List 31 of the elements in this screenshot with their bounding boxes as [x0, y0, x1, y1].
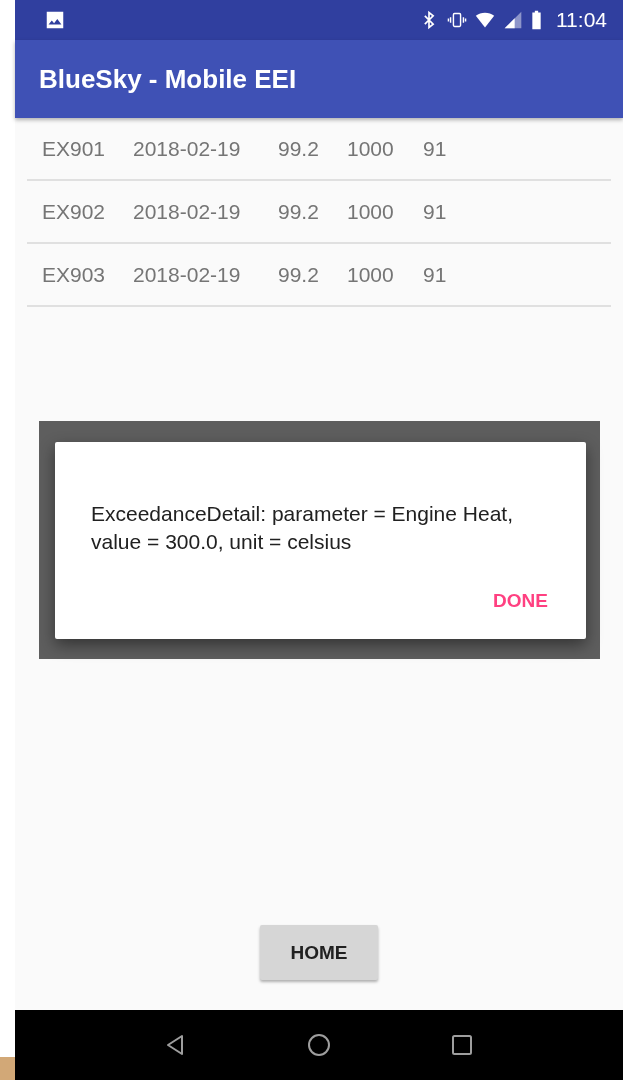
table-cell-text: 2018-02-19	[133, 136, 242, 161]
table-cell-text: EX903	[42, 262, 107, 287]
recents-icon[interactable]	[449, 1033, 474, 1057]
table-cell-text: EX901	[42, 136, 107, 161]
table-cell: 91	[423, 262, 447, 287]
table-cell-text: 99.2	[278, 199, 320, 224]
battery-icon	[531, 10, 542, 30]
table-cell-text: 99.2	[278, 136, 320, 161]
list-row[interactable]: EX901 2018-02-19 99.2 1000 91	[27, 118, 611, 181]
table-cell-text: 99.2	[278, 262, 320, 287]
table-cell-text: 2018-02-19	[133, 199, 242, 224]
list-row[interactable]: EX902 2018-02-19 99.2 1000 91	[27, 181, 611, 244]
table-cell-text: 1000	[347, 136, 395, 161]
table-cell-text: 1000	[347, 199, 395, 224]
wifi-icon	[475, 10, 495, 30]
table-cell-text: EX902	[42, 199, 107, 224]
vibrate-icon	[447, 10, 467, 30]
list-row[interactable]: EX903 2018-02-19 99.2 1000 91	[27, 244, 611, 307]
home-button[interactable]: HOME	[260, 925, 378, 980]
app-title: BlueSky - Mobile EEI	[39, 63, 297, 95]
home-icon[interactable]	[307, 1033, 331, 1057]
table-cell-text: 2018-02-19	[133, 262, 242, 287]
table-cell-text: 1000	[347, 262, 395, 287]
done-button[interactable]: DONE	[485, 586, 556, 616]
clock-time: 11:04	[556, 8, 607, 32]
signal-icon	[503, 10, 523, 30]
image-icon	[44, 9, 66, 31]
desk-background	[0, 1057, 15, 1080]
dialog-message: ExceedanceDetail: parameter = Engine Heat, value = 300.0, unit = celsius	[91, 501, 514, 555]
table-cell: 91	[423, 136, 447, 161]
table-cell: 91	[423, 199, 447, 224]
